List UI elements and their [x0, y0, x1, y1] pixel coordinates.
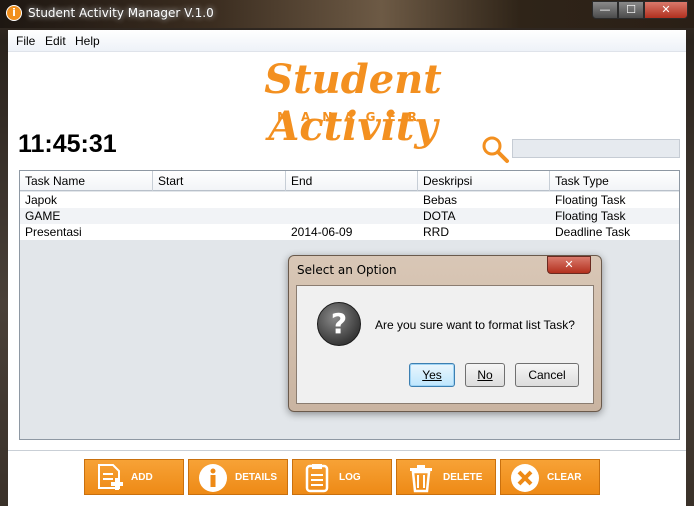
dialog-body: ? Are you sure want to format list Task?… — [296, 285, 594, 404]
menu-file[interactable]: File — [16, 34, 35, 48]
window-title: Student Activity Manager V.1.0 — [28, 6, 214, 20]
clear-x-icon — [511, 464, 539, 492]
menu-bar: File Edit Help — [8, 30, 686, 52]
cell-deskripsi: RRD — [423, 225, 449, 239]
cell-start — [153, 192, 158, 208]
table-row[interactable]: Japok Bebas Floating Task — [20, 192, 679, 208]
dialog-message: Are you sure want to format list Task? — [375, 318, 575, 332]
column-header-start[interactable]: Start — [153, 171, 286, 191]
cell-task-type: Floating Task — [555, 193, 626, 207]
add-button[interactable]: ADD — [84, 459, 184, 495]
menu-edit[interactable]: Edit — [45, 34, 66, 48]
table-row[interactable]: GAME DOTA Floating Task — [20, 208, 679, 224]
cell-task-name: Presentasi — [25, 225, 82, 239]
maximize-button[interactable]: ☐ — [618, 1, 644, 19]
add-label: ADD — [131, 472, 153, 483]
dialog-title: Select an Option — [297, 263, 397, 277]
cell-end — [286, 192, 291, 208]
search-input[interactable] — [512, 139, 680, 158]
table-header: Task Name Start End Deskripsi Task Type — [20, 171, 679, 191]
no-label: No — [477, 368, 493, 382]
info-icon — [199, 464, 227, 492]
window-frame: i Student Activity Manager V.1.0 — ☐ ✕ F… — [0, 0, 694, 506]
log-list-icon — [305, 464, 329, 493]
no-button[interactable]: No — [465, 363, 505, 387]
yes-label: Yes — [422, 368, 442, 382]
cell-task-type: Floating Task — [555, 209, 626, 223]
cell-end — [286, 208, 291, 224]
column-header-task-name[interactable]: Task Name — [20, 171, 153, 191]
cell-deskripsi: DOTA — [423, 209, 456, 223]
add-document-icon — [98, 464, 123, 490]
yes-button[interactable]: Yes — [409, 363, 455, 387]
close-button[interactable]: ✕ — [644, 1, 688, 19]
cell-task-type: Deadline Task — [555, 225, 631, 239]
cancel-button[interactable]: Cancel — [515, 363, 579, 387]
clock-display: 11:45:31 — [18, 130, 117, 158]
cell-start — [153, 224, 158, 240]
action-button-bar: ADD DETAILS LOG DELETE CLEAR — [8, 450, 686, 506]
cell-task-name: GAME — [25, 209, 61, 223]
trash-icon — [410, 465, 432, 493]
menu-help[interactable]: Help — [75, 34, 100, 48]
cell-task-name: Japok — [25, 193, 58, 207]
question-icon: ? — [317, 302, 361, 346]
cell-start — [153, 208, 158, 224]
cell-end: 2014-06-09 — [291, 225, 353, 239]
column-header-end[interactable]: End — [286, 171, 418, 191]
cell-deskripsi: Bebas — [423, 193, 458, 207]
search-icon[interactable] — [480, 134, 510, 164]
confirm-dialog: Select an Option ✕ ? Are you sure want t… — [288, 255, 602, 412]
column-header-task-type[interactable]: Task Type — [550, 171, 679, 191]
clear-label: CLEAR — [547, 472, 582, 483]
details-button[interactable]: DETAILS — [188, 459, 288, 495]
delete-button[interactable]: DELETE — [396, 459, 496, 495]
details-label: DETAILS — [235, 472, 278, 483]
app-icon: i — [6, 5, 22, 21]
logo-title: Student Activity — [264, 56, 442, 150]
log-button[interactable]: LOG — [292, 459, 392, 495]
column-header-deskripsi[interactable]: Deskripsi — [418, 171, 550, 191]
table-row[interactable]: Presentasi 2014-06-09 RRD Deadline Task — [20, 224, 679, 240]
clear-button[interactable]: CLEAR — [500, 459, 600, 495]
logo-subtitle: MANAGER — [277, 110, 429, 124]
dialog-close-button[interactable]: ✕ — [547, 256, 591, 274]
minimize-button[interactable]: — — [592, 1, 618, 19]
log-label: LOG — [339, 472, 361, 483]
title-bar[interactable]: i Student Activity Manager V.1.0 — ☐ ✕ — [0, 0, 694, 28]
delete-label: DELETE — [443, 472, 483, 483]
